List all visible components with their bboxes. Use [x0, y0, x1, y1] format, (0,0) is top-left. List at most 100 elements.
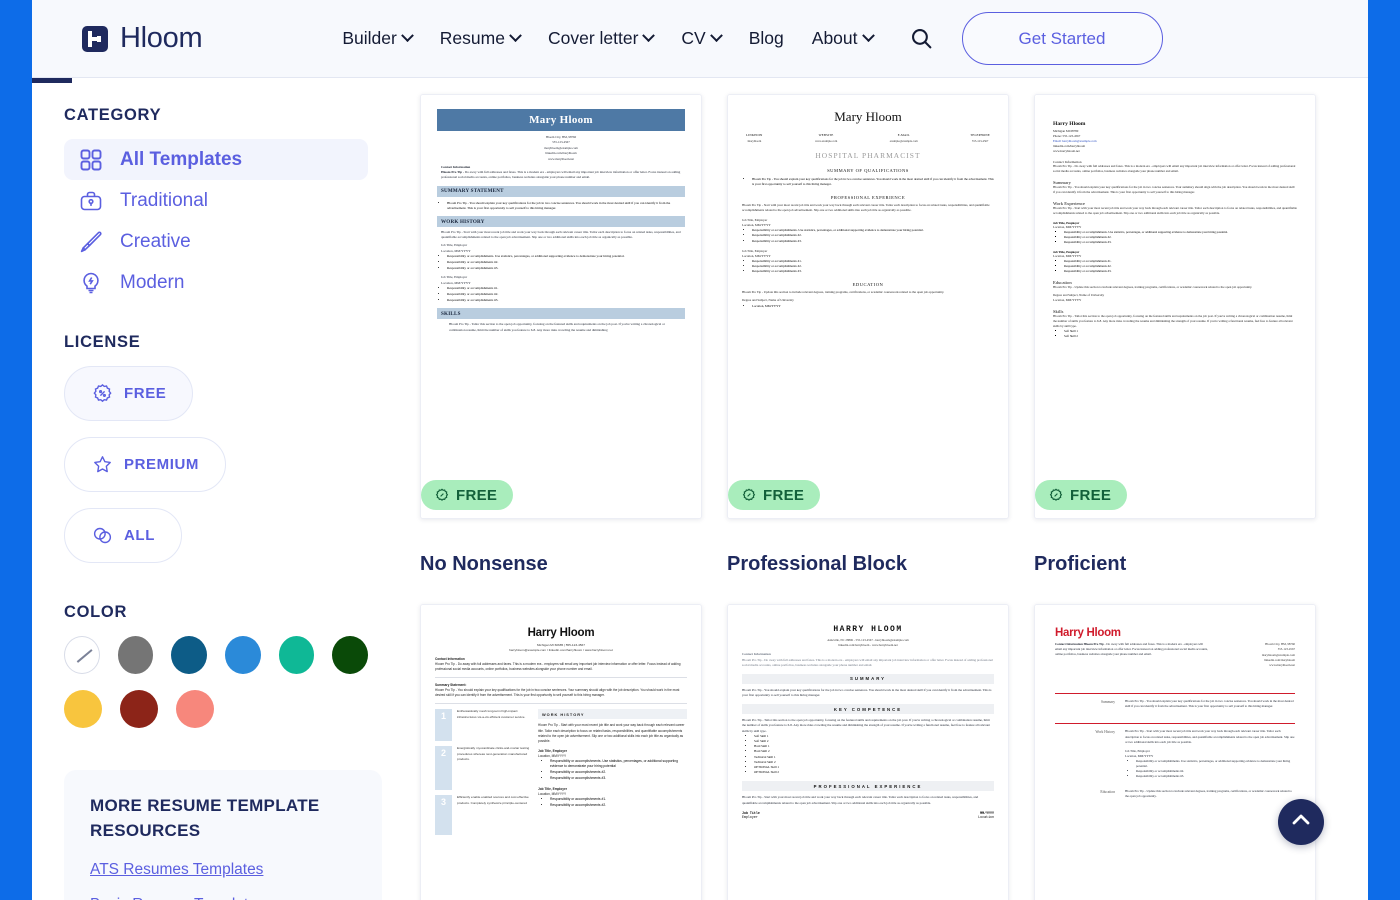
- nav-item-cv[interactable]: CV: [681, 28, 723, 49]
- nav-item-about[interactable]: About: [811, 28, 875, 49]
- contact-right-block: Hloom City, HM, 98760 555-123-4567 maryh…: [1223, 642, 1295, 669]
- template-title[interactable]: No Nonsense: [420, 553, 702, 576]
- bullet: Location, MM/YYYY: [752, 304, 994, 309]
- row-text: Hloom Pro Tip - You should explain your …: [1125, 698, 1294, 709]
- bullet: Responsibility or accomplishments. Use s…: [1136, 759, 1295, 769]
- row-label: Work History: [1095, 730, 1115, 735]
- badge-label: FREE: [456, 486, 498, 504]
- section-heading: PROFESSIONAL EXPERIENCE: [742, 781, 994, 792]
- search-icon[interactable]: [909, 26, 934, 51]
- license-filter-free[interactable]: FREE: [64, 366, 194, 421]
- get-started-button[interactable]: Get Started: [961, 12, 1163, 65]
- color-swatch-dark-teal[interactable]: [171, 636, 208, 674]
- resources-panel: MORE RESUME TEMPLATE RESOURCES ATS Resum…: [64, 770, 382, 900]
- numbered-item: 2 Energistically myocardinate clicks-and…: [435, 746, 530, 791]
- item-number: 3: [435, 795, 452, 836]
- resource-link-basic[interactable]: Basic Resume Templates: [90, 896, 356, 900]
- sidebar-item-modern[interactable]: Modern: [64, 262, 368, 303]
- badge-percent-icon: [91, 383, 113, 405]
- nav-label: About: [811, 28, 858, 48]
- brand-name: Hloom: [120, 22, 203, 54]
- template-card-no-nonsense[interactable]: Mary Hloom Hloom City, HM, 98760 555-123…: [420, 94, 702, 576]
- sidebar-item-creative[interactable]: Creative: [64, 221, 368, 262]
- job-employer: Employer: [742, 814, 758, 819]
- color-swatch-teal-green[interactable]: [278, 636, 315, 674]
- sidebar-item-traditional[interactable]: Traditional: [64, 180, 368, 221]
- job-bullets: Responsibility or accomplishments. Use s…: [1064, 230, 1297, 245]
- pro-tip-text: Hloom Pro Tip - Do away with full addres…: [435, 662, 681, 672]
- chevron-down-icon: [642, 29, 656, 43]
- color-swatch-gray[interactable]: [117, 636, 154, 674]
- template-thumbnail[interactable]: Harry Hloom Michigan MI 60685 | 555-123-…: [420, 604, 702, 900]
- resume-preview-proficient: Harry Hloom Michigan MI 68780 Phone: 555…: [1035, 95, 1315, 518]
- contact-value: /maryhloom: [747, 138, 762, 143]
- color-swatch-dark-green[interactable]: [332, 636, 368, 674]
- nav-label: Blog: [748, 28, 784, 48]
- nav-label: Cover letter: [547, 28, 639, 48]
- bullet: Responsibility or accomplishments #3.: [550, 776, 687, 781]
- bullet: Responsibility or accomplishments #3.: [1064, 240, 1297, 245]
- badge-label: FREE: [1070, 486, 1112, 504]
- bullet: Responsibility or accomplishments #3.: [1136, 774, 1295, 779]
- color-swatch-dark-red[interactable]: [120, 690, 158, 728]
- education-location: Location, MM/YYYY: [1053, 297, 1082, 302]
- numbered-highlights: 1 Enthusiastically mesh long-term high-i…: [435, 709, 530, 840]
- section-heading: SKILLS: [437, 308, 685, 320]
- brand-logo[interactable]: Hloom: [80, 22, 203, 55]
- color-swatch-row-1: [64, 636, 368, 674]
- templates-grid-area: Mary Hloom Hloom City, HM, 98760 555-123…: [400, 78, 1368, 900]
- bullet: Responsibility or accomplishments. Use s…: [550, 759, 687, 769]
- resume-preview-no-nonsense: Mary Hloom Hloom City, HM, 98760 555-123…: [421, 95, 701, 518]
- section-paragraph: Hloom Pro Tip - Start with your most rec…: [1053, 205, 1297, 216]
- template-thumbnail[interactable]: Mary Hloom Hloom City, HM, 98760 555-123…: [420, 94, 702, 519]
- row-text: Hloom Pro Tip - Update this section to i…: [1125, 788, 1292, 798]
- contact-heading: Contact Information Hloom Pro Tip: [1055, 642, 1104, 646]
- license-label: FREE: [124, 385, 167, 402]
- item-number: 2: [435, 746, 452, 791]
- color-swatch-none[interactable]: [64, 636, 100, 674]
- contact-line: www.harryhloom.net: [1053, 149, 1080, 154]
- resource-link-ats[interactable]: ATS Resumes Templates: [90, 861, 356, 879]
- bullet: Responsibility or accomplishments. Use s…: [447, 254, 685, 259]
- bullet: Responsibility or accomplishments #2.: [550, 803, 687, 808]
- resume-row: Summary Hloom Pro Tip - You should expla…: [1055, 694, 1295, 714]
- item-number: 1: [435, 709, 452, 742]
- resume-name: Harry Hloom: [527, 627, 595, 639]
- numbered-item: 1 Enthusiastically mesh long-term high-i…: [435, 709, 530, 742]
- template-card-4[interactable]: Harry Hloom Michigan MI 60685 | 555-123-…: [420, 604, 702, 900]
- badge-percent-icon: [741, 488, 756, 503]
- contact-value: 555-123-4567: [971, 138, 989, 143]
- template-title[interactable]: Professional Block: [727, 553, 1009, 576]
- license-filter-all[interactable]: ALL: [64, 508, 182, 563]
- template-card-6[interactable]: Harry Hloom Contact Information Hloom Pr…: [1034, 604, 1316, 900]
- template-thumbnail[interactable]: Harry Hloom Contact Information Hloom Pr…: [1034, 604, 1316, 900]
- bullet: Hloom Pro Tip - You should explain your …: [447, 201, 685, 211]
- contact-key: E-MAIL: [897, 133, 910, 137]
- license-filter-premium[interactable]: PREMIUM: [64, 437, 227, 492]
- bullet: Responsibility or accomplishments #3.: [752, 239, 994, 244]
- scroll-to-top-button[interactable]: [1278, 799, 1324, 845]
- nav-item-cover-letter[interactable]: Cover letter: [547, 28, 656, 49]
- template-card-proficient[interactable]: Harry Hloom Michigan MI 68780 Phone: 555…: [1034, 94, 1316, 576]
- template-thumbnail[interactable]: Harry Hloom Michigan MI 68780 Phone: 555…: [1034, 94, 1316, 519]
- template-thumbnail[interactable]: Mary Hloom LINKEDIN /maryhloom WEBSITE w…: [727, 94, 1009, 519]
- active-tab-indicator: [32, 78, 72, 83]
- template-card-5[interactable]: HARRY HLOOM Asheville, NC 28806 - 555-12…: [727, 604, 1009, 900]
- template-thumbnail[interactable]: HARRY HLOOM Asheville, NC 28806 - 555-12…: [727, 604, 1009, 900]
- nav-item-resume[interactable]: Resume: [440, 28, 522, 49]
- pro-tip-text: Hloom Pro Tip - Do away with full addres…: [1053, 163, 1296, 173]
- template-card-professional-block[interactable]: Mary Hloom LINKEDIN /maryhloom WEBSITE w…: [727, 94, 1009, 576]
- status-badge-free: FREE: [1035, 480, 1128, 510]
- color-swatch-salmon[interactable]: [176, 690, 214, 728]
- color-swatch-yellow[interactable]: [64, 690, 102, 728]
- template-title[interactable]: Proficient: [1034, 553, 1316, 576]
- bullet: Responsibility or accomplishments #3.: [447, 298, 685, 303]
- summary-heading: Summary Statement:: [435, 683, 467, 688]
- contact-key: LINKEDIN: [746, 133, 763, 137]
- section-paragraph: Hloom Pro Tip - You should explain your …: [742, 687, 992, 698]
- nav-item-builder[interactable]: Builder: [342, 28, 414, 49]
- nav-item-blog[interactable]: Blog: [749, 28, 784, 49]
- color-swatch-blue[interactable]: [225, 636, 261, 674]
- bullet: Soft Skill 2: [1064, 334, 1297, 339]
- sidebar-item-all-templates[interactable]: All Templates: [64, 139, 368, 180]
